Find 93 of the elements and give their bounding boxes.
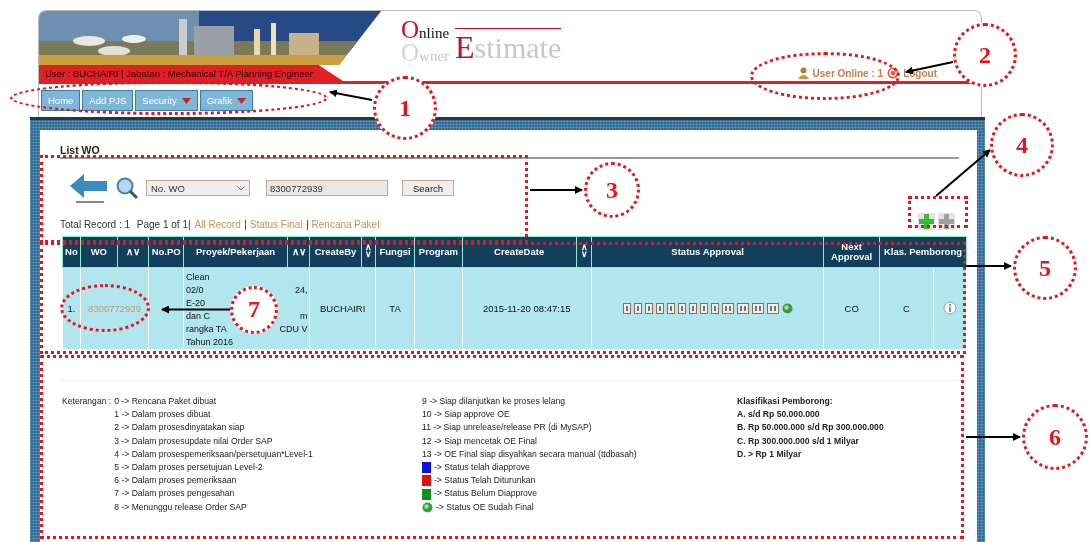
project-text: Clean — [185, 271, 210, 284]
legend-item: -> Status Telah Diturunkan — [434, 474, 536, 488]
callout-number: 2 — [953, 23, 1017, 87]
filter-link[interactable]: All Record — [194, 219, 241, 230]
wo-link[interactable]: 8300772939 — [88, 303, 141, 314]
power-icon — [887, 67, 900, 79]
status-step-icon — [655, 303, 664, 314]
legend-item: 11 -> Siap unrelease/release PR (di MySAP) — [422, 421, 593, 435]
project-text: rangka TA — [185, 323, 227, 336]
callout-number: 4 — [990, 113, 1054, 177]
section-title: List WO — [60, 144, 959, 159]
highlight-outline — [908, 196, 968, 228]
logout-link[interactable]: Logout — [903, 67, 937, 79]
delete-icon[interactable] — [938, 213, 955, 230]
legend-item: D. > Rp 1 Milyar — [737, 447, 803, 461]
project-text: dan C — [185, 310, 210, 323]
legend-item: 2 -> Dalam prosesdinyatakan siap — [114, 421, 246, 435]
logo-text: Online — [401, 17, 450, 42]
legend-item: 10 -> Siap approve OE — [422, 408, 511, 422]
status-step-icon — [633, 303, 642, 314]
legend-item: -> Status Belum Diapprove — [434, 487, 537, 501]
status-step-icon — [699, 303, 708, 314]
legend-item: 5 -> Dalam proses persetujuan Level-2 — [114, 461, 264, 474]
user-icon — [797, 67, 809, 79]
column-header: Status Approval — [591, 236, 824, 268]
legend-item: 3 -> Dalam prosesupdate nilai Order SAP — [114, 434, 274, 448]
status-step-icon — [666, 303, 675, 314]
online-count: User Online : 1 — [812, 67, 884, 79]
back-arrow-icon[interactable] — [70, 173, 108, 203]
project-text: CDU V — [279, 323, 308, 336]
nav-button[interactable]: Home — [41, 90, 81, 111]
legend-item: B. Rp 50.000.000 s/d Rp 300.000.000 — [737, 421, 884, 435]
status-step-icon — [736, 303, 749, 314]
search-button[interactable]: Search — [402, 180, 455, 196]
search-field[interactable]: 8300772939 — [266, 180, 388, 196]
status-step-icon — [644, 303, 653, 314]
table-cell: BUCHAIRI — [309, 267, 376, 350]
project-text: m — [299, 310, 308, 323]
table-cell: CO — [823, 267, 880, 350]
search-icon — [116, 177, 138, 199]
status-step-icon — [766, 303, 779, 314]
status-step-icon — [710, 303, 719, 314]
table-cell: 2015-11-20 08:47:15 — [462, 267, 592, 350]
callout-arrow — [161, 305, 231, 314]
page-info: Page 1 of 1| — [135, 219, 191, 230]
legend-item: 4 -> Dalam prosespemeriksaan/persetujuan*Level-1 — [114, 447, 313, 461]
callout-arrow — [529, 186, 583, 194]
legend-item: 6 -> Dalam proses pemeriksaan — [114, 474, 238, 488]
filter-link[interactable]: Status Final — [249, 219, 303, 230]
legend-label: Keterangan : — [62, 395, 113, 408]
legend-item: A. s/d Rp 50.000.000 — [737, 408, 821, 422]
callout-number: 5 — [1013, 236, 1077, 300]
info-icon[interactable] — [942, 300, 957, 315]
total-record: Total Record : 1 — [60, 219, 131, 230]
search-field-dropdown[interactable]: No. WO — [146, 180, 250, 196]
legend-item: 13 -> OE Final siap disyahkan secara manual (ttdbasah) — [422, 447, 638, 461]
legend-item: 12 -> Siap mencetak OE Final — [422, 434, 538, 448]
callout-arrow — [965, 262, 1012, 270]
project-text: Tahun 2016 — [185, 336, 233, 349]
status-step-icon — [622, 303, 631, 314]
callout-arrow — [329, 89, 373, 101]
legend-item: 9 -> Siap dilanjutkan ke proses lelang — [422, 395, 567, 408]
user-info-bar: User : BUCHAIRI | Jabatan : Mechanical T/A Planning Engineer — [39, 65, 343, 81]
table-cell: C — [879, 267, 934, 350]
globe-icon — [422, 501, 433, 513]
status-step-icon — [688, 303, 697, 314]
project-text: E-20 — [185, 297, 205, 310]
callout-number: 6 — [1022, 404, 1088, 470]
status-step-icon — [677, 303, 686, 314]
legend-item: 7 -> Dalam proses pengesahan — [114, 487, 236, 501]
legend-item: -> Status telah diapprove — [434, 461, 530, 474]
add-icon[interactable] — [918, 213, 935, 230]
status-step-icon — [721, 303, 734, 314]
legend-item: 1 -> Dalam proses dibuat — [114, 408, 212, 422]
legend-title: Klasifikasi Pemborong: — [737, 395, 834, 408]
column-header: CreateDate — [462, 236, 577, 268]
nav-button[interactable]: Add PJS — [82, 90, 134, 111]
legend-item: -> Status OE Sudah Final — [436, 500, 534, 514]
legend-item: C. Rp 300.000.000 s/d 1 Milyar — [737, 434, 860, 448]
legend-item: 0 -> Rencana Paket dibuat — [114, 395, 218, 408]
filter-link[interactable]: Rencana Paket — [311, 219, 380, 230]
callout-number: 1 — [373, 76, 437, 140]
final-status-icon — [781, 303, 793, 314]
nav-button[interactable]: Security — [135, 90, 198, 111]
project-text: 24, — [294, 284, 308, 297]
legend-item: 8 -> Menunggu release Order SAP — [114, 500, 248, 514]
nav-button[interactable]: Grafik — [199, 90, 253, 111]
callout-arrow — [935, 149, 991, 197]
status-step-icon — [751, 303, 764, 314]
project-text: 02/0 — [185, 284, 204, 297]
callout-arrow — [965, 433, 1021, 441]
table-cell: TA — [375, 267, 415, 350]
chevron-down-icon — [237, 185, 245, 191]
